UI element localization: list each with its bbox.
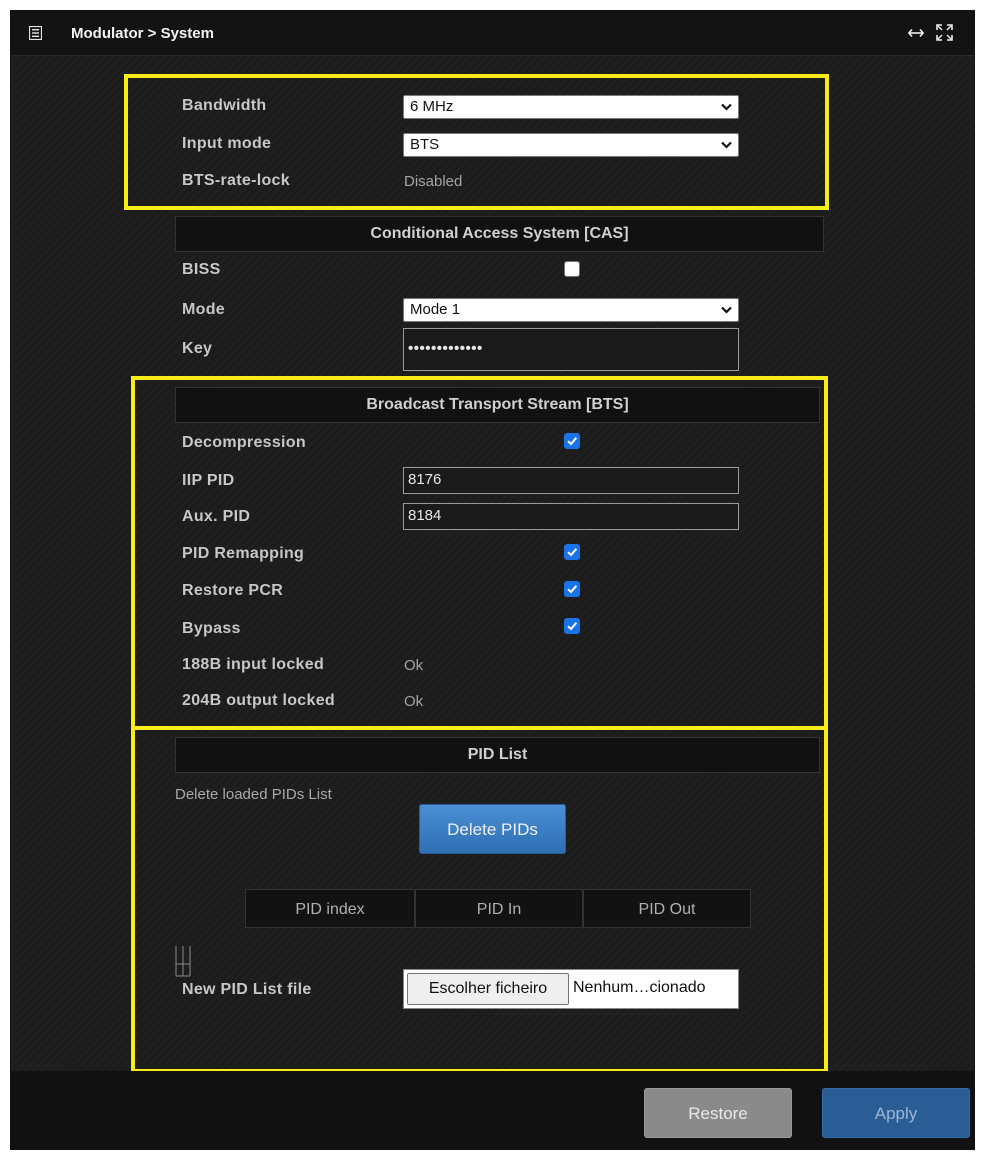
key-label: Key [182, 340, 213, 357]
cas-mode-label: Mode [182, 301, 225, 318]
highlight-box-pid-list [131, 726, 828, 1073]
highlight-box-bts [131, 376, 828, 730]
cas-mode-value: Mode 1 [410, 301, 461, 318]
restore-button[interactable]: Restore [644, 1088, 792, 1138]
panel-title-bar: Modulator > System [11, 11, 974, 56]
highlight-box-general [124, 74, 829, 210]
key-password-input[interactable]: ••••••••••••• [403, 328, 739, 371]
modulator-system-panel: Modulator > System Bandwidth 6 MHz Input… [10, 10, 975, 1150]
biss-checkbox[interactable] [564, 261, 580, 277]
apply-button[interactable]: Apply [822, 1088, 970, 1138]
biss-label: BISS [182, 261, 221, 278]
panel-title: Modulator > System [71, 25, 214, 42]
fullscreen-icon[interactable] [936, 24, 953, 41]
horizontal-resize-icon[interactable] [908, 28, 924, 38]
cas-section-header: Conditional Access System [CAS] [175, 216, 824, 252]
cas-mode-select[interactable]: Mode 1 [403, 298, 739, 322]
list-icon [29, 26, 42, 40]
chevron-down-icon [721, 306, 732, 314]
